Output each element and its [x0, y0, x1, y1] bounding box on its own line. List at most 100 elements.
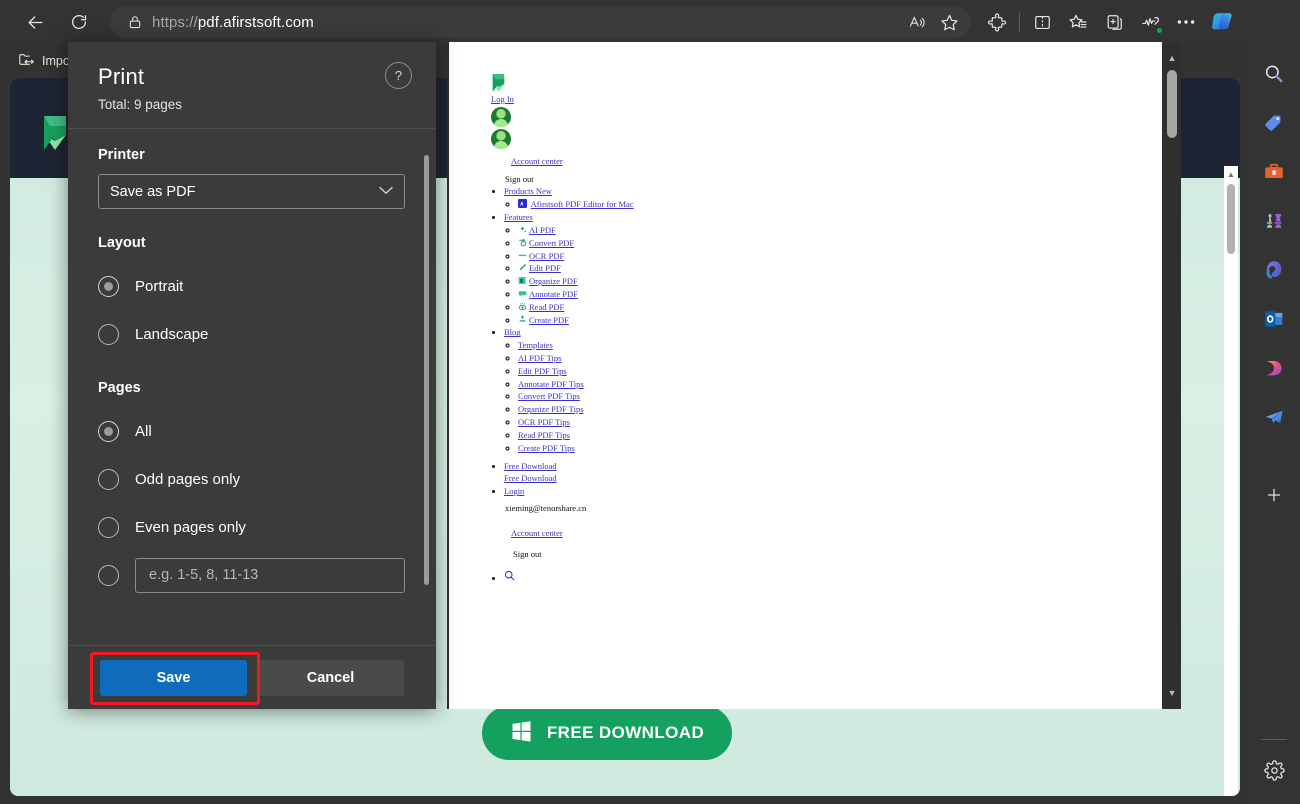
doc-feature-link[interactable]: Edit PDF: [529, 263, 561, 273]
sidebar-shopping-icon[interactable]: [1256, 105, 1292, 141]
pages-section: Pages All Odd pages only Even pages only…: [98, 380, 406, 599]
print-dialog-footer: Save Cancel: [68, 645, 436, 709]
cancel-button[interactable]: Cancel: [257, 659, 404, 696]
preview-scroll-down-icon[interactable]: ▼: [1163, 683, 1181, 703]
doc-feature-link[interactable]: Create PDF: [529, 315, 569, 325]
doc-login-link-2[interactable]: Login: [504, 486, 524, 496]
doc-feature-link[interactable]: Read PDF: [529, 302, 564, 312]
sidebar-divider: [1261, 739, 1287, 740]
doc-free-download-link-2[interactable]: Free Download: [504, 473, 557, 483]
extensions-icon[interactable]: [979, 6, 1015, 38]
doc-nav-item: Annotate PDF: [518, 288, 1111, 300]
doc-free-download-link-1[interactable]: Free Download: [504, 461, 557, 471]
pages-option-odd[interactable]: Odd pages only: [98, 455, 406, 503]
radio-landscape[interactable]: [98, 323, 119, 345]
radio-portrait[interactable]: [98, 275, 119, 297]
doc-nav-item: Organize PDF Tips: [518, 403, 1111, 415]
pages-all-label: All: [135, 422, 152, 440]
address-bar[interactable]: https://pdf.afirstsoft.com: [110, 6, 971, 38]
doc-nav-item: Edit PDF: [518, 262, 1111, 274]
doc-nav-products-link[interactable]: Products New: [504, 186, 552, 196]
sidebar-search-icon[interactable]: [1256, 56, 1292, 92]
collections-icon[interactable]: [1060, 6, 1096, 38]
doc-feature-link[interactable]: Organize PDF: [529, 276, 578, 286]
doc-nav-blog-link[interactable]: Blog: [504, 327, 521, 337]
doc-feature-link[interactable]: Convert PDF: [529, 238, 574, 248]
radio-odd-pages[interactable]: [98, 468, 119, 490]
preview-scrollbar[interactable]: ▲ ▼: [1163, 42, 1181, 709]
print-dialog-header: Print Total: 9 pages ?: [68, 42, 436, 128]
print-dialog-scroll-thumb[interactable]: [424, 155, 429, 585]
create-pdf-icon: [518, 315, 527, 324]
doc-nav-item: Create PDF: [518, 314, 1111, 326]
save-button[interactable]: Save: [100, 659, 247, 696]
layout-landscape-label: Landscape: [135, 325, 209, 343]
layout-option-portrait[interactable]: Portrait: [98, 262, 406, 310]
doc-blog-link[interactable]: Convert PDF Tips: [518, 391, 580, 401]
preview-scroll-thumb[interactable]: [1167, 70, 1177, 138]
doc-nav-item: OCR PDF: [518, 250, 1111, 262]
preview-scroll-up-icon[interactable]: ▲: [1163, 48, 1181, 68]
doc-nav-login: Login: [504, 485, 1111, 497]
custom-range-input[interactable]: e.g. 1-5, 8, 11-13: [135, 557, 405, 593]
doc-sign-out-bottom: Sign out: [513, 549, 542, 560]
doc-nav-item: Templates: [518, 339, 1111, 351]
sidebar-games-icon[interactable]: [1256, 203, 1292, 239]
split-screen-icon[interactable]: [1024, 6, 1060, 38]
edit-pdf-icon: [518, 263, 527, 272]
doc-nav-list: Products New Afirstsoft PDF Editor for M…: [504, 185, 1111, 497]
copilot-icon[interactable]: [1204, 6, 1240, 38]
doc-feature-link[interactable]: AI PDF: [529, 225, 556, 235]
preview-document-content: Log In Account center Sign out Products …: [491, 74, 1111, 585]
doc-account-center-link-top[interactable]: Account center: [511, 156, 563, 166]
sidebar-settings-gear-icon[interactable]: [1256, 752, 1292, 788]
more-options-icon[interactable]: [1168, 6, 1204, 38]
print-preview-page: Log In Account center Sign out Products …: [449, 42, 1162, 709]
browser-essentials-icon[interactable]: [1132, 6, 1168, 38]
radio-custom-range[interactable]: [98, 564, 119, 586]
sidebar-outlook-icon[interactable]: [1256, 301, 1292, 337]
page-scrollbar[interactable]: ▲ ▼: [1224, 166, 1238, 796]
doc-nav-features-link[interactable]: Features: [504, 212, 533, 222]
doc-blog-link[interactable]: Read PDF Tips: [518, 430, 570, 440]
pages-option-all[interactable]: All: [98, 407, 406, 455]
page-scroll-up-icon[interactable]: ▲: [1224, 166, 1238, 182]
doc-blog-link[interactable]: Templates: [518, 340, 553, 350]
sidebar-add-icon[interactable]: [1256, 477, 1292, 513]
free-download-button[interactable]: FREE DOWNLOAD: [482, 706, 732, 760]
annotate-pdf-icon: [518, 289, 527, 298]
doc-nav-mac-editor-link[interactable]: Afirstsoft PDF Editor for Mac: [531, 199, 634, 209]
favorite-star-icon[interactable]: [933, 8, 965, 36]
doc-blog-link[interactable]: Annotate PDF Tips: [518, 379, 584, 389]
doc-blog-link[interactable]: AI PDF Tips: [518, 353, 561, 363]
doc-blog-link[interactable]: Create PDF Tips: [518, 443, 575, 453]
refresh-button[interactable]: [62, 5, 96, 39]
radio-even-pages[interactable]: [98, 516, 119, 538]
doc-blog-link[interactable]: OCR PDF Tips: [518, 417, 570, 427]
layout-label: Layout: [98, 235, 146, 251]
doc-email: xieming@tenorshare.cn: [505, 503, 587, 514]
doc-blog-link[interactable]: Edit PDF Tips: [518, 366, 567, 376]
layout-option-landscape[interactable]: Landscape: [98, 310, 406, 358]
doc-feature-link[interactable]: Annotate PDF: [529, 289, 578, 299]
print-dialog-scrollbar[interactable]: [424, 145, 429, 645]
doc-feature-link[interactable]: OCR PDF: [529, 251, 564, 261]
sidebar-tools-icon[interactable]: [1256, 154, 1292, 190]
sidebar-drop-icon[interactable]: [1256, 399, 1292, 435]
printer-select[interactable]: Save as PDF: [98, 174, 405, 209]
doc-blog-link[interactable]: Organize PDF Tips: [518, 404, 584, 414]
help-icon[interactable]: ?: [385, 62, 412, 89]
radio-all-pages[interactable]: [98, 420, 119, 442]
doc-account-center-link-bottom[interactable]: Account center: [511, 528, 563, 538]
doc-login-link[interactable]: Log In: [491, 94, 514, 104]
pages-option-custom[interactable]: e.g. 1-5, 8, 11-13: [98, 551, 406, 599]
sidebar-designer-icon[interactable]: [1256, 350, 1292, 386]
page-scroll-thumb[interactable]: [1227, 184, 1235, 254]
add-to-collections-icon[interactable]: [1096, 6, 1132, 38]
pages-option-even[interactable]: Even pages only: [98, 503, 406, 551]
doc-features-sublist: AI PDF Convert PDF OCR PDF Edit PDF Orga…: [518, 224, 1111, 326]
read-aloud-icon[interactable]: [901, 8, 933, 36]
back-button[interactable]: [18, 5, 52, 39]
sidebar-microsoft365-icon[interactable]: [1256, 252, 1292, 288]
printer-select-value: Save as PDF: [110, 183, 196, 200]
